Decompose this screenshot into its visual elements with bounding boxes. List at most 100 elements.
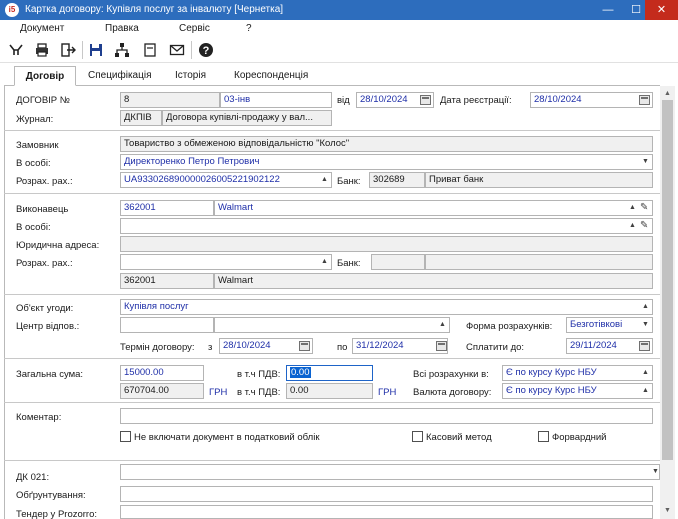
- edit-pencil-icon[interactable]: ✎: [640, 220, 648, 231]
- journal-name-field[interactable]: Договора купівлі-продажу у вал...: [162, 110, 332, 126]
- tax-exclude-label: Не включати документ в податковий облік: [134, 432, 320, 443]
- scrollbar-thumb[interactable]: [662, 100, 673, 460]
- section-divider: [4, 402, 660, 403]
- hierarchy-icon[interactable]: [112, 40, 132, 60]
- menu-edit[interactable]: Правка: [105, 23, 139, 34]
- dk021-field[interactable]: [120, 464, 660, 480]
- help-icon[interactable]: ?: [196, 40, 216, 60]
- contract-currency-label: Валюта договору:: [413, 387, 492, 398]
- responsibility-center-name[interactable]: [214, 317, 450, 333]
- section-divider: [4, 460, 660, 461]
- justification-field[interactable]: [120, 486, 653, 502]
- minimize-button[interactable]: —: [593, 0, 623, 20]
- vat-value: 0.00: [290, 367, 311, 378]
- menu-help[interactable]: ?: [246, 23, 252, 34]
- executor-bank-label: Банк:: [337, 258, 361, 269]
- dropdown-up-icon[interactable]: ▲: [629, 222, 636, 229]
- term-to-field[interactable]: 31/12/2024: [352, 338, 448, 354]
- svg-text:?: ?: [203, 45, 210, 57]
- vat-field[interactable]: 0.00: [286, 365, 373, 381]
- dropdown-up-icon[interactable]: ▲: [439, 321, 446, 328]
- executor-person-field[interactable]: [120, 218, 653, 234]
- customer-bank-name-field[interactable]: Приват банк: [425, 172, 653, 188]
- dropdown-up-icon[interactable]: ▲: [642, 303, 649, 310]
- filter-icon[interactable]: [6, 40, 26, 60]
- calendar-icon[interactable]: [420, 95, 431, 105]
- calendar-icon[interactable]: [436, 341, 447, 351]
- total-sum-field[interactable]: 15000.00: [120, 365, 204, 381]
- document-icon[interactable]: [140, 40, 160, 60]
- executor-bank-name-field[interactable]: [425, 254, 653, 270]
- cash-method-checkbox[interactable]: [412, 431, 423, 442]
- executor-name-readonly: Walmart: [214, 273, 653, 289]
- section-divider: [4, 294, 660, 295]
- tab-contract[interactable]: Договір: [14, 66, 76, 86]
- vat-uah-label: в т.ч ПДВ:: [237, 387, 281, 398]
- dropdown-up-icon[interactable]: ▲: [629, 204, 636, 211]
- registration-date-label: Дата реєстрації:: [440, 95, 512, 106]
- menu-service[interactable]: Сервіс: [179, 23, 210, 34]
- calendar-icon[interactable]: [639, 95, 650, 105]
- executor-account-field[interactable]: [120, 254, 332, 270]
- save-icon[interactable]: [86, 40, 106, 60]
- executor-code-readonly: 362001: [120, 273, 214, 289]
- dropdown-up-icon[interactable]: ▲: [321, 176, 328, 183]
- executor-code-field[interactable]: 362001: [120, 200, 214, 216]
- payment-form-select[interactable]: Безготівкові: [566, 317, 653, 333]
- registration-date-field[interactable]: 28/10/2024: [530, 92, 653, 108]
- dropdown-arrow-icon[interactable]: ▼: [642, 321, 649, 328]
- exit-icon[interactable]: [58, 40, 78, 60]
- payment-form-label: Форма розрахунків:: [466, 321, 553, 332]
- dropdown-up-icon[interactable]: ▲: [642, 387, 649, 394]
- executor-legal-address-field[interactable]: [120, 236, 653, 252]
- customer-account-field[interactable]: UA933026890000026005221902122: [120, 172, 332, 188]
- journal-code-field[interactable]: ДКПІВ: [120, 110, 162, 126]
- dropdown-arrow-icon[interactable]: ▼: [642, 158, 649, 165]
- contract-currency-select[interactable]: Є по курсу Курс НБУ: [502, 383, 653, 399]
- customer-bank-label: Банк:: [337, 176, 361, 187]
- responsibility-center-code[interactable]: [120, 317, 214, 333]
- customer-bank-code-field[interactable]: 302689: [369, 172, 425, 188]
- contract-number-field[interactable]: 8: [120, 92, 220, 108]
- envelope-icon[interactable]: [167, 40, 187, 60]
- scroll-up-icon[interactable]: ▲: [660, 88, 675, 100]
- term-to-label: по: [337, 342, 348, 353]
- customer-label: Замовник: [16, 140, 59, 151]
- contract-date-label: від: [337, 95, 350, 106]
- subject-label: Об'єкт угоди:: [16, 303, 74, 314]
- menu-document[interactable]: Документ: [20, 23, 64, 34]
- tab-correspondence[interactable]: Кореспонденція: [226, 66, 316, 86]
- tab-specification[interactable]: Специфікація: [80, 66, 159, 86]
- uah-currency-label-2: ГРН: [378, 387, 397, 398]
- tender-field[interactable]: [120, 505, 653, 519]
- executor-bank-code-field[interactable]: [371, 254, 425, 270]
- pay-until-label: Сплатити до:: [466, 342, 525, 353]
- calendar-icon[interactable]: [299, 341, 310, 351]
- comment-field[interactable]: [120, 408, 653, 424]
- dropdown-arrow-icon[interactable]: ▼: [652, 468, 659, 475]
- all-payments-select[interactable]: Є по курсу Курс НБУ: [502, 365, 653, 381]
- dropdown-up-icon[interactable]: ▲: [642, 369, 649, 376]
- edit-pencil-icon[interactable]: ✎: [640, 202, 648, 213]
- term-from-label: з: [208, 342, 213, 353]
- all-payments-label: Всі розрахунки в:: [413, 369, 489, 380]
- comment-label: Коментар:: [16, 412, 62, 423]
- calendar-icon[interactable]: [639, 341, 650, 351]
- dropdown-up-icon[interactable]: ▲: [321, 258, 328, 265]
- forward-checkbox[interactable]: [538, 431, 549, 442]
- tax-exclude-checkbox[interactable]: [120, 431, 131, 442]
- tab-history[interactable]: Історія: [167, 66, 214, 86]
- subject-field[interactable]: Купівля послуг: [120, 299, 653, 315]
- print-icon[interactable]: [32, 40, 52, 60]
- section-divider: [4, 130, 660, 131]
- scroll-down-icon[interactable]: ▼: [660, 505, 675, 517]
- dk021-label: ДК 021:: [16, 472, 50, 483]
- contract-number-label: ДОГОВІР №: [16, 95, 70, 106]
- executor-name-field[interactable]: Walmart: [214, 200, 653, 216]
- contract-series-field[interactable]: 03-інв: [220, 92, 332, 108]
- customer-field[interactable]: Товариство з обмеженою відповідальністю …: [120, 136, 653, 152]
- toolbar-separator: [82, 41, 83, 59]
- executor-person-label: В особі:: [16, 222, 51, 233]
- close-button[interactable]: ✕: [645, 0, 678, 20]
- customer-person-field[interactable]: Директоренко Петро Петрович: [120, 154, 653, 170]
